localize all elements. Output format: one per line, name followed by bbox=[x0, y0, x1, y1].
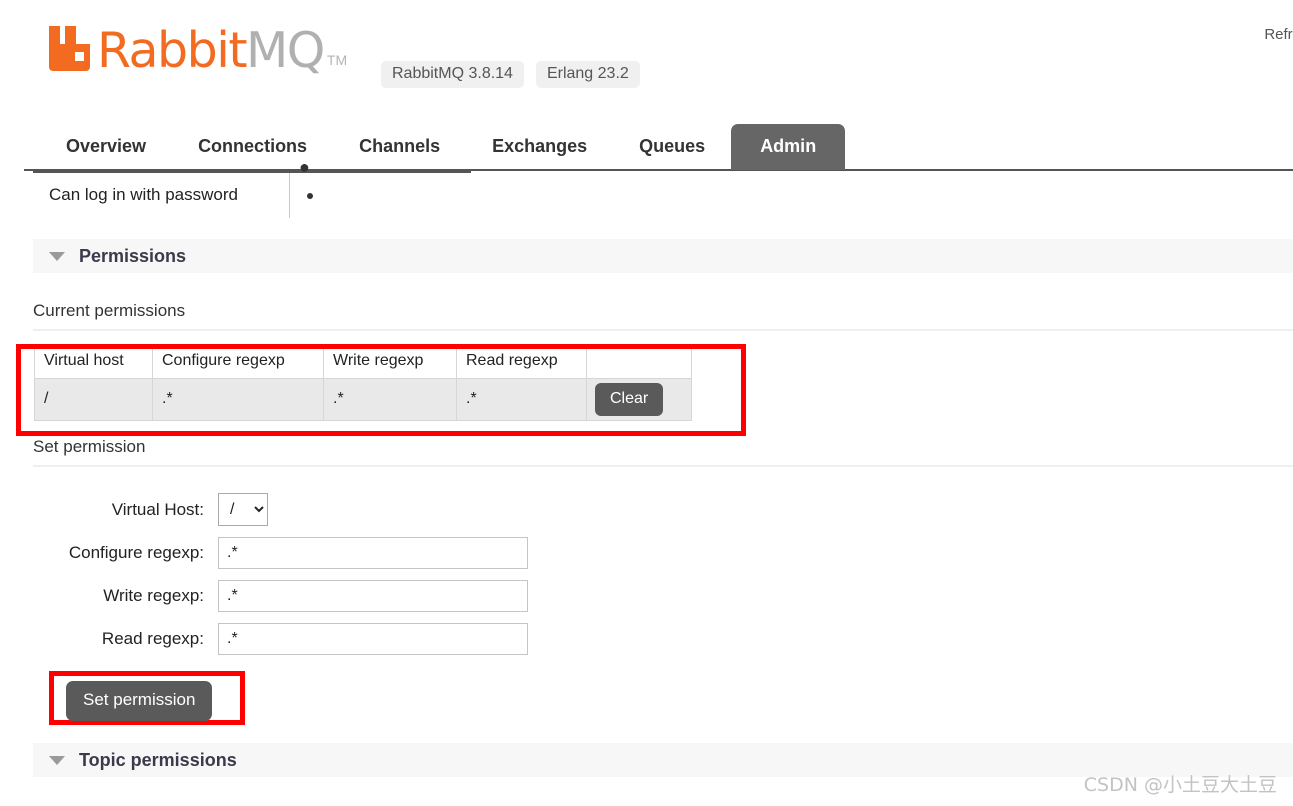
set-permission-submit-zone: Set permission bbox=[49, 671, 245, 725]
form-row-write-regexp: Write regexp: bbox=[33, 580, 1293, 612]
th-read-regexp: Read regexp bbox=[456, 344, 587, 379]
set-permission-label: Set permission bbox=[33, 437, 1293, 467]
version-badges: RabbitMQ 3.8.14 Erlang 23.2 bbox=[381, 61, 640, 88]
table-top-rule bbox=[33, 171, 471, 173]
refresh-status-label[interactable]: Refre bbox=[1264, 26, 1293, 43]
can-login-value bbox=[290, 185, 313, 205]
label-write-regexp: Write regexp: bbox=[103, 586, 204, 605]
tab-exchanges[interactable]: Exchanges bbox=[466, 136, 613, 171]
current-permissions-table: Virtual host Configure regexp Write rege… bbox=[34, 344, 692, 421]
rabbit-logo-icon bbox=[49, 26, 91, 71]
section-title-permissions: Permissions bbox=[79, 245, 187, 266]
can-login-label: Can log in with password bbox=[49, 185, 238, 204]
table-row: Can log in with password bbox=[33, 171, 1293, 218]
cell-actions: Clear bbox=[586, 378, 692, 421]
section-header-permissions[interactable]: Permissions bbox=[33, 239, 1293, 273]
configure-regexp-input[interactable] bbox=[218, 537, 528, 569]
page-root: RabbitMQ TM RabbitMQ 3.8.14 Erlang 23.2 … bbox=[0, 0, 1293, 806]
badge-erlang-version: Erlang 23.2 bbox=[535, 61, 640, 88]
clipped-row-glyph: ● bbox=[299, 157, 310, 177]
label-configure-regexp: Configure regexp: bbox=[68, 543, 204, 562]
current-permissions-table-zone: Virtual host Configure regexp Write rege… bbox=[16, 344, 746, 436]
set-permission-form: Virtual Host: / Configure regexp: Write … bbox=[33, 493, 1293, 725]
chevron-down-icon[interactable] bbox=[49, 755, 65, 765]
logo-wordmark: RabbitMQ bbox=[97, 26, 325, 75]
form-row-configure-regexp: Configure regexp: bbox=[33, 537, 1293, 569]
label-read-regexp: Read regexp: bbox=[101, 629, 204, 648]
tab-queues[interactable]: Queues bbox=[613, 136, 731, 171]
cell-read-regexp: .* bbox=[456, 378, 587, 421]
th-virtual-host: Virtual host bbox=[34, 344, 153, 379]
badge-rabbitmq-version: RabbitMQ 3.8.14 bbox=[381, 61, 524, 88]
table-row: / .* .* .* Clear bbox=[34, 378, 692, 421]
th-configure-regexp: Configure regexp bbox=[152, 344, 324, 379]
tab-admin[interactable]: Admin bbox=[731, 124, 846, 170]
tab-overview[interactable]: Overview bbox=[40, 136, 172, 171]
logo-trademark: TM bbox=[326, 52, 348, 68]
clear-permission-button[interactable]: Clear bbox=[595, 383, 664, 416]
cell-virtual-host: / bbox=[34, 378, 153, 421]
th-actions bbox=[586, 344, 692, 379]
logo-text-rabbit: Rabbit bbox=[97, 22, 248, 79]
read-regexp-input[interactable] bbox=[218, 623, 528, 655]
section-title-topic-permissions: Topic permissions bbox=[79, 749, 237, 770]
current-permissions-label: Current permissions bbox=[33, 301, 1293, 331]
set-permission-button[interactable]: Set permission bbox=[66, 681, 213, 721]
rabbitmq-logo[interactable]: RabbitMQ TM bbox=[49, 26, 347, 75]
chevron-down-icon[interactable] bbox=[49, 251, 65, 261]
form-row-read-regexp: Read regexp: bbox=[33, 623, 1293, 655]
table-header-row: Virtual host Configure regexp Write rege… bbox=[34, 344, 692, 379]
logo-text-mq: MQ bbox=[246, 22, 325, 79]
main-nav-tabs: Overview Connections Channels Exchanges … bbox=[0, 123, 1293, 171]
tab-channels[interactable]: Channels bbox=[333, 136, 466, 171]
form-row-virtual-host: Virtual Host: / bbox=[33, 493, 1293, 526]
cell-write-regexp: .* bbox=[323, 378, 457, 421]
user-details-table-fragment: ● Can log in with password bbox=[33, 158, 1293, 218]
write-regexp-input[interactable] bbox=[218, 580, 528, 612]
watermark: CSDN @小土豆大土豆 bbox=[1083, 774, 1277, 796]
th-write-regexp: Write regexp bbox=[323, 344, 457, 379]
label-virtual-host: Virtual Host: bbox=[111, 499, 204, 519]
virtual-host-select[interactable]: / bbox=[218, 493, 268, 526]
app-header: RabbitMQ TM RabbitMQ 3.8.14 Erlang 23.2 … bbox=[0, 0, 1293, 112]
cell-configure-regexp: .* bbox=[152, 378, 324, 421]
page-content: ● Can log in with password Permissions C… bbox=[0, 158, 1293, 777]
